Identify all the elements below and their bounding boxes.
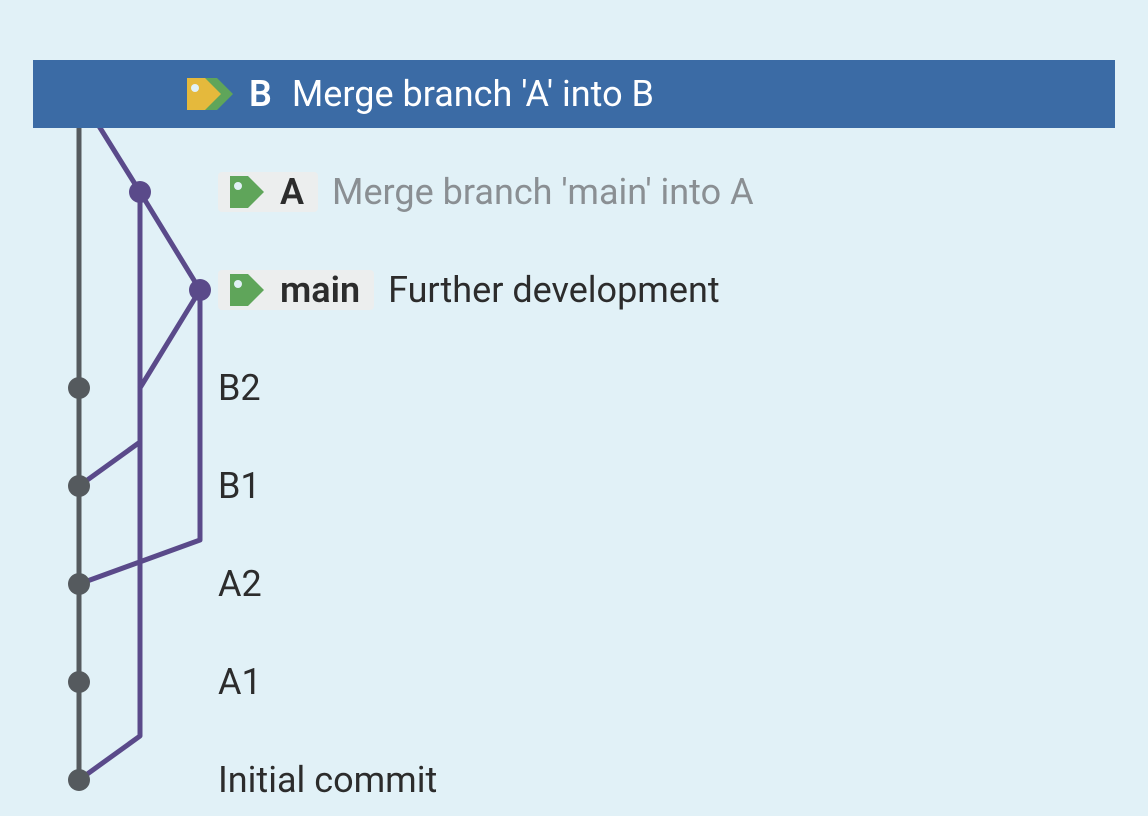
commit-row-content: B Merge branch 'A' into B	[33, 60, 654, 128]
commit-row-content: A1	[33, 648, 262, 716]
commit-row[interactable]: main Further development	[33, 256, 1115, 324]
commit-row[interactable]: B Merge branch 'A' into B	[33, 60, 1115, 128]
tag-icon	[226, 174, 270, 210]
commit-row-content: Initial commit	[33, 746, 437, 814]
branch-tag-label: A	[280, 174, 304, 210]
commit-message: Merge branch 'main' into A	[332, 174, 754, 210]
branch-tag[interactable]: A	[218, 172, 318, 212]
commit-message: Initial commit	[218, 762, 437, 798]
commit-message: A2	[218, 566, 262, 602]
branch-tag-label: main	[280, 272, 360, 308]
commit-row[interactable]: A2	[33, 550, 1115, 618]
commit-row-content: main Further development	[33, 256, 720, 324]
branch-tag-label: B	[249, 76, 272, 112]
commit-message: B2	[218, 370, 261, 406]
commit-message: B1	[218, 468, 261, 504]
git-log-view: B Merge branch 'A' into B A Merge branch '…	[33, 60, 1115, 780]
tag-icon	[226, 272, 270, 308]
graph-edge	[79, 192, 140, 486]
commit-message: A1	[218, 664, 262, 700]
branch-tag[interactable]: B	[183, 74, 278, 114]
commit-row-content: B2	[33, 354, 261, 422]
branch-tag[interactable]: main	[218, 270, 374, 310]
commit-row-content: A Merge branch 'main' into A	[33, 158, 754, 226]
commit-row[interactable]: A1	[33, 648, 1115, 716]
commit-row[interactable]: A Merge branch 'main' into A	[33, 158, 1115, 226]
commit-row-content: A2	[33, 550, 262, 618]
commit-message: Merge branch 'A' into B	[292, 76, 654, 112]
commit-row[interactable]: B2	[33, 354, 1115, 422]
commit-message: Further development	[388, 272, 720, 308]
commit-row-content: B1	[33, 452, 261, 520]
tag-icon	[183, 76, 239, 112]
commit-row[interactable]: Initial commit	[33, 746, 1115, 814]
commit-row[interactable]: B1	[33, 452, 1115, 520]
